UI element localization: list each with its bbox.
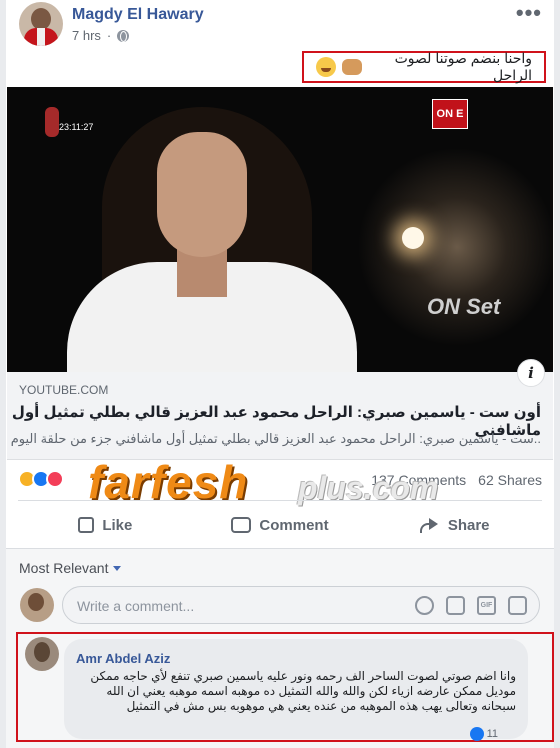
like-reaction-icon [469,727,484,741]
comment-reaction-count: 11 [486,728,498,740]
share-button[interactable]: Share [367,506,542,544]
post-meta: 7 hrs · [72,28,130,43]
post-text-content: واحنا بنضم صوتنا لصوت الراحل [394,50,532,83]
sort-label: Most Relevant [19,560,109,576]
link-domain: YOUTUBE.COM [19,383,109,397]
sticker-icon[interactable] [508,596,527,615]
author-name[interactable]: Magdy El Hawary [72,6,204,24]
share-arrow-icon [419,517,440,533]
video-thumbnail[interactable]: 23:11:27 ON E ON Set [7,87,553,372]
link-preview[interactable]: i YOUTUBE.COM أون ست - ياسمين صبري: الرا… [7,359,553,460]
action-bar: Like Comment Share [18,506,542,544]
comment-button[interactable]: Comment [193,506,368,544]
comment-sort-dropdown[interactable]: Most Relevant [19,560,122,576]
comment-text: وانا اضم صوتي لصوت الساحر الف رحمه ونور … [90,669,516,713]
shares-count[interactable]: 62 Shares [478,472,542,488]
love-reaction-icon [46,470,64,488]
site-watermark-plus: plus.com [298,470,439,506]
post-card: Magdy El Hawary 7 hrs · ••• واحنا بنضم ص… [6,0,554,748]
fist-emoji-icon [342,59,362,75]
comment-label: Comment [259,516,329,534]
channel-logo-icon [45,107,59,137]
post-time[interactable]: 7 hrs [72,28,101,43]
thumbs-up-icon [78,517,95,533]
comment-input-container: GIF [62,586,540,624]
more-options-icon[interactable]: ••• [516,0,542,26]
like-label: Like [102,516,133,534]
commenter-name[interactable]: Amr Abdel Aziz [76,651,170,666]
post-text: واحنا بنضم صوتنا لصوت الراحل [302,50,546,83]
on-set-watermark: ON Set [427,294,501,319]
divider [18,500,542,501]
chevron-down-icon [113,565,122,571]
highlighted-comment: Amr Abdel Aziz وانا اضم صوتي لصوت الساحر… [16,632,554,742]
emoji-icon[interactable] [415,596,434,615]
comment-bubble: Amr Abdel Aziz وانا اضم صوتي لصوت الساحر… [64,639,528,741]
like-button[interactable]: Like [18,506,193,544]
current-user-avatar[interactable] [20,588,54,622]
video-timecode: 23:11:27 [59,122,94,132]
reaction-summary[interactable] [18,470,64,488]
comment-input-icons: GIF [415,596,527,615]
link-description: ..ست - ياسمين صبري: الراحل محمود عبد الع… [10,431,541,446]
channel-badge: ON E [432,99,468,129]
globe-icon [117,29,130,42]
lamp-light [402,227,424,249]
person-face [157,132,247,257]
commenter-avatar[interactable] [25,637,59,671]
comment-input[interactable] [77,596,397,616]
gif-icon[interactable]: GIF [477,596,496,615]
author-avatar[interactable] [19,2,63,46]
camera-icon[interactable] [446,596,465,615]
share-label: Share [447,516,490,534]
info-icon[interactable]: i [517,359,545,387]
comment-reactions[interactable]: 11 [469,727,498,741]
smiley-emoji-icon [316,57,336,77]
comment-bubble-icon [231,517,252,533]
